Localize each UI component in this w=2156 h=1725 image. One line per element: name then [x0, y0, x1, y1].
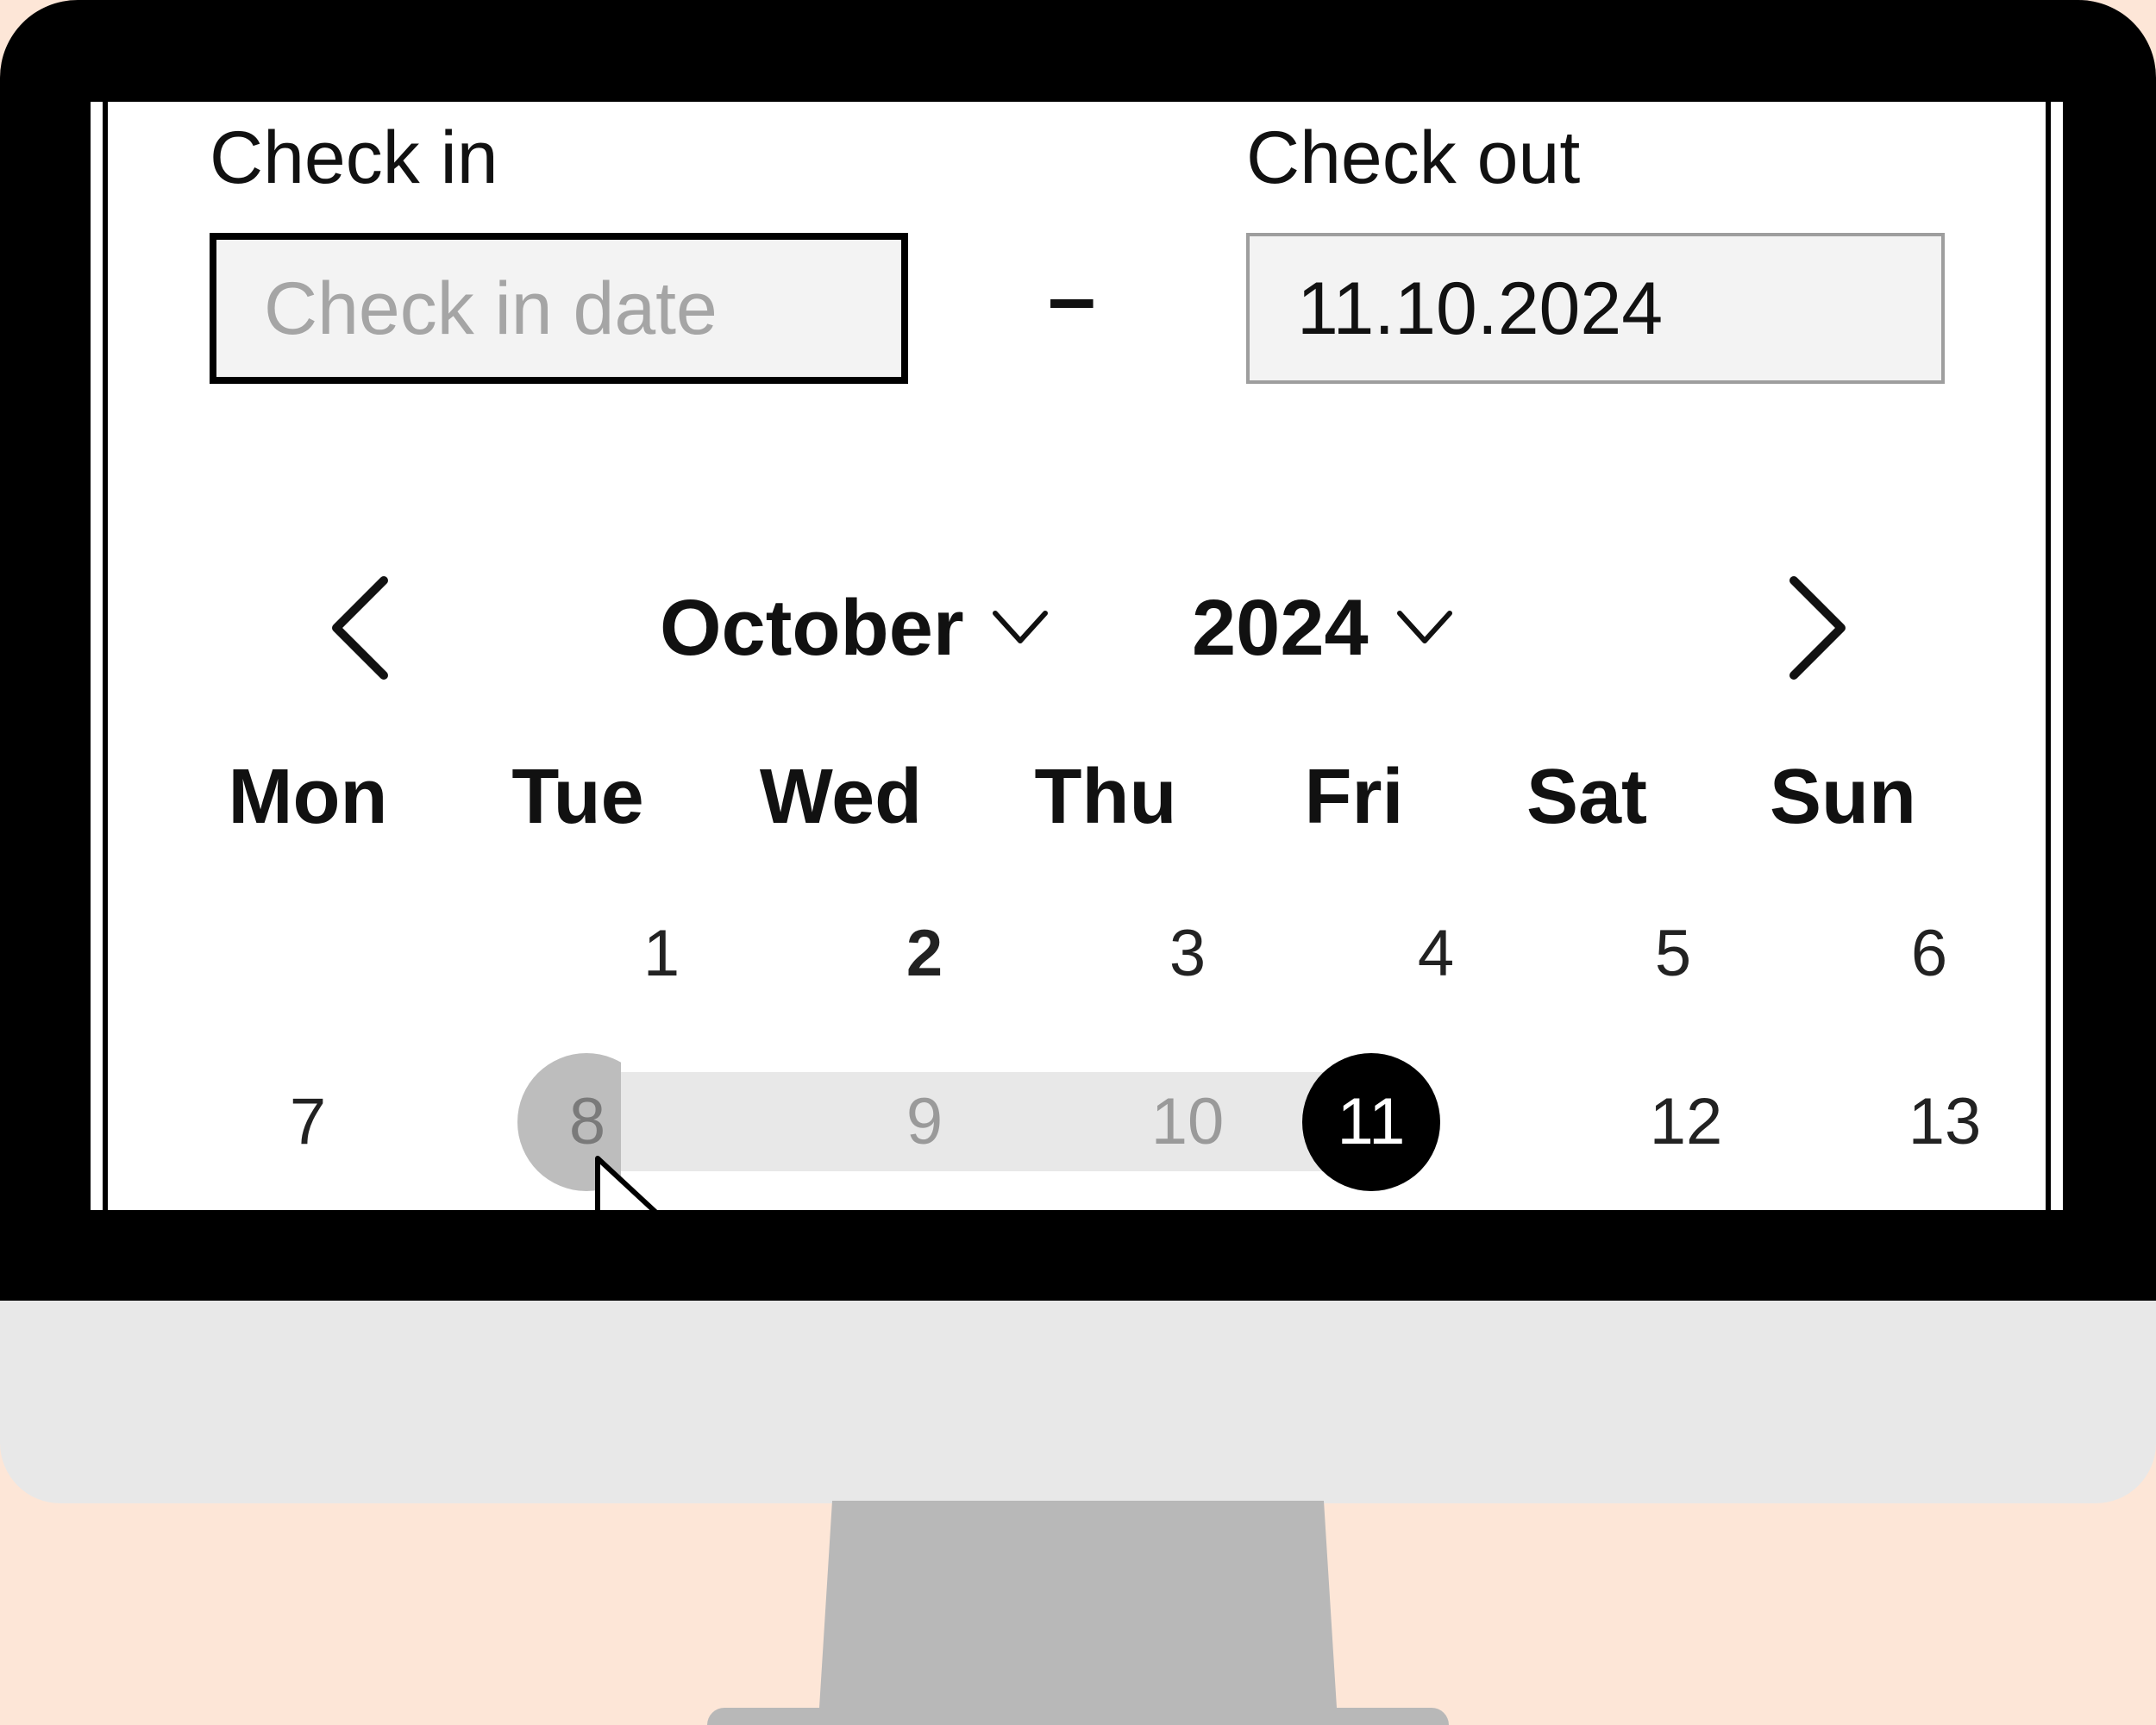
checkin-placeholder: Check in date: [264, 267, 718, 350]
screen: Check in Check in date – Check out 11.10…: [91, 102, 2063, 1210]
chevron-down-icon: [1396, 611, 1452, 643]
panel-border-right: [2046, 102, 2051, 1210]
day-11-range-end[interactable]: 11: [1294, 1089, 1449, 1155]
date-range-separator: –: [1048, 249, 1096, 346]
day-7[interactable]: 7: [230, 1089, 385, 1155]
monitor-stand: [811, 1501, 1345, 1725]
month-label: October: [660, 583, 964, 672]
month-select[interactable]: October: [660, 559, 1050, 697]
checkin-date-input[interactable]: Check in date: [210, 233, 908, 384]
weekday-sun: Sun: [1770, 754, 1916, 840]
weekday-fri: Fri: [1304, 754, 1404, 840]
day-4[interactable]: 4: [1358, 921, 1514, 987]
day-12[interactable]: 12: [1608, 1089, 1764, 1155]
weekday-tue: Tue: [511, 754, 644, 840]
checkout-value: 11.10.2024: [1297, 267, 1664, 350]
weekday-thu: Thu: [1034, 754, 1177, 840]
day-13[interactable]: 13: [1867, 1089, 2022, 1155]
panel-border-left: [103, 102, 108, 1210]
day-10[interactable]: 10: [1110, 1089, 1265, 1155]
year-label: 2024: [1192, 583, 1369, 672]
checkout-label: Check out: [1246, 116, 1581, 199]
day-1[interactable]: 1: [584, 921, 739, 987]
day-2-today[interactable]: 2: [847, 921, 1002, 987]
weekday-wed: Wed: [759, 754, 923, 840]
day-5[interactable]: 5: [1595, 921, 1751, 987]
chevron-down-icon: [992, 611, 1048, 643]
weekday-sat: Sat: [1526, 754, 1648, 840]
day-8-range-start[interactable]: 8: [510, 1089, 665, 1155]
day-9[interactable]: 9: [847, 1089, 1002, 1155]
year-select[interactable]: 2024: [1192, 559, 1455, 697]
checkin-label: Check in: [210, 116, 498, 199]
day-3[interactable]: 3: [1110, 921, 1265, 987]
day-6[interactable]: 6: [1852, 921, 2007, 987]
weekday-mon: Mon: [228, 754, 388, 840]
monitor-chin: [0, 1301, 2156, 1503]
chevron-left-icon[interactable]: [310, 559, 405, 697]
monitor-stand-base: [707, 1708, 1449, 1725]
checkout-date-input[interactable]: 11.10.2024: [1246, 233, 1945, 384]
mouse-cursor-icon: [595, 1156, 658, 1210]
chevron-right-icon[interactable]: [1772, 559, 1867, 697]
